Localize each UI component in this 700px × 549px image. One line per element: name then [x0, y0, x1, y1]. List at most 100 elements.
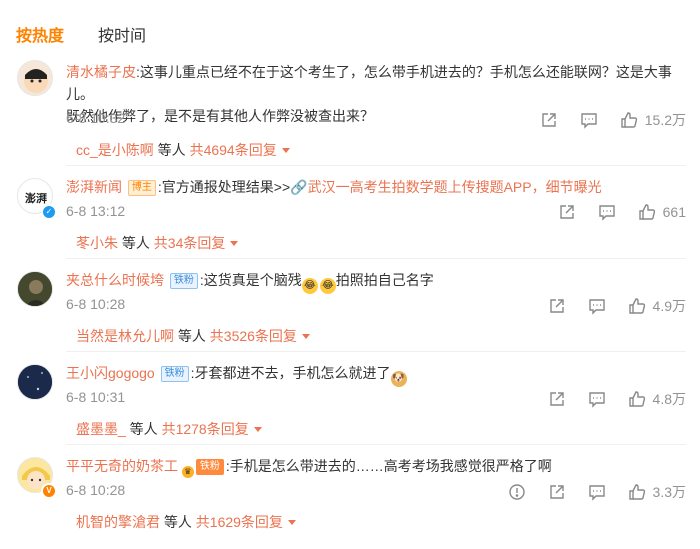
- comment-icon: [588, 485, 605, 501]
- like-button[interactable]: 15.2万: [620, 110, 686, 130]
- reply-button[interactable]: [598, 203, 616, 221]
- svg-text:澎湃: 澎湃: [25, 191, 47, 205]
- comment-time: 6-8 10:32: [66, 110, 126, 126]
- like-button[interactable]: 661: [638, 203, 686, 221]
- comment-username[interactable]: 王小闪gogogo: [66, 365, 155, 381]
- alert-icon: [508, 484, 525, 500]
- comment-icon: [588, 392, 605, 408]
- comment-content: :这事儿重点已经不在于这个考生了，怎么带手机进去的？手机怎么还能联网？这是大事儿…: [66, 64, 672, 102]
- thumbs-up-icon: [628, 391, 645, 407]
- chevron-down-icon[interactable]: [281, 148, 290, 153]
- share-button[interactable]: [548, 297, 566, 315]
- reply-summary: cc_是小陈啊 等人 共4694条回复: [76, 140, 290, 160]
- comment-content: :官方通报处理结果>>: [157, 179, 291, 195]
- reply-count-link[interactable]: 共1278条回复: [162, 421, 249, 437]
- comment-actions: 661: [536, 203, 686, 221]
- avatar[interactable]: [17, 60, 53, 96]
- reply-mid: 等人: [160, 514, 196, 530]
- comment-actions: 15.2万: [518, 110, 686, 130]
- comment-username[interactable]: 清水橘子皮: [66, 64, 136, 80]
- like-button[interactable]: 3.3万: [628, 482, 686, 502]
- verified-icon: ✓: [41, 204, 57, 220]
- reply-summary: 机智的擎滄君 等人 共1629条回复: [76, 512, 296, 532]
- comment-username[interactable]: 夹总什么时候垮: [66, 272, 164, 288]
- reply-username[interactable]: 苳小朱: [76, 235, 118, 251]
- like-button[interactable]: 4.9万: [628, 296, 686, 316]
- reply-username[interactable]: cc_是小陈啊: [76, 142, 154, 158]
- share-button[interactable]: [540, 111, 558, 129]
- comment-content-tail: 拍照拍自己名字: [335, 272, 434, 288]
- avatar[interactable]: [17, 271, 53, 307]
- link-icon[interactable]: 🔗: [290, 179, 307, 195]
- reply-button[interactable]: [588, 390, 606, 408]
- tab-by-hot[interactable]: 按热度: [16, 22, 64, 46]
- comment-icon: [588, 299, 605, 315]
- share-icon: [549, 299, 564, 313]
- doge-emoji-icon: 🐶: [390, 371, 407, 387]
- like-button[interactable]: 4.8万: [628, 389, 686, 409]
- reply-count-link[interactable]: 共34条回复: [154, 235, 226, 251]
- reply-button[interactable]: [588, 483, 606, 501]
- reply-summary: 苳小朱 等人 共34条回复: [76, 233, 239, 253]
- verified-icon: V: [41, 483, 57, 499]
- share-button[interactable]: [548, 390, 566, 408]
- like-count: 15.2万: [644, 112, 686, 128]
- comment-content: :这货真是个脑残: [199, 272, 302, 288]
- reply-mid: 等人: [174, 328, 210, 344]
- reply-summary: 当然是林允儿啊 等人 共3526条回复: [76, 326, 310, 346]
- sort-tabs: 按热度 按时间: [16, 22, 146, 46]
- comment-text: 夹总什么时候垮 铁粉:这货真是个脑残 😂 😂 拍照拍自己名字: [66, 269, 686, 294]
- reply-mid: 等人: [153, 142, 190, 158]
- thumbs-up-icon: [638, 204, 655, 220]
- share-icon: [549, 485, 564, 499]
- divider: [66, 165, 686, 166]
- reply-mid: 等人: [118, 235, 154, 251]
- reply-username[interactable]: 机智的擎滄君: [76, 514, 160, 530]
- fan-badge: 铁粉: [160, 366, 189, 382]
- divider: [66, 444, 686, 445]
- share-button[interactable]: [558, 203, 576, 221]
- avatar[interactable]: [17, 364, 53, 400]
- like-count: 4.9万: [652, 298, 686, 314]
- chevron-down-icon[interactable]: [253, 427, 262, 432]
- thumbs-up-icon: [621, 112, 637, 128]
- blogger-badge: 博主: [127, 180, 156, 196]
- share-icon: [542, 113, 556, 127]
- reply-username[interactable]: 盛墨墨_: [76, 421, 126, 437]
- share-icon: [559, 205, 574, 219]
- thumbs-up-icon: [628, 298, 645, 314]
- reply-count-link[interactable]: 共4694条回复: [190, 142, 277, 158]
- chevron-down-icon[interactable]: [230, 241, 239, 246]
- chevron-down-icon[interactable]: [301, 334, 310, 339]
- comment-username[interactable]: 平平无奇的奶茶工: [66, 458, 178, 474]
- comment-content: :手机是怎么带进去的……高考考场我感觉很严格了啊: [225, 458, 552, 474]
- fan-badge: 铁粉: [169, 273, 198, 289]
- like-count: 4.8万: [652, 391, 686, 407]
- reply-summary: 盛墨墨_ 等人 共1278条回复: [76, 419, 262, 439]
- comment-time: 6-8 13:12: [66, 203, 126, 219]
- divider: [66, 258, 686, 259]
- article-link[interactable]: 武汉一高考生拍数学题上传搜题APP，细节曝光: [308, 179, 602, 195]
- comment-actions: 4.8万: [526, 389, 686, 409]
- tab-by-time[interactable]: 按时间: [98, 22, 146, 46]
- reply-username[interactable]: 当然是林允儿啊: [76, 328, 174, 344]
- reply-button[interactable]: [580, 111, 598, 129]
- reply-count-link[interactable]: 共3526条回复: [210, 328, 297, 344]
- reply-button[interactable]: [588, 297, 606, 315]
- share-icon: [549, 392, 564, 406]
- reply-count-link[interactable]: 共1629条回复: [196, 514, 283, 530]
- chevron-down-icon[interactable]: [287, 520, 296, 525]
- comment-text: 王小闪gogogo 铁粉:牙套都进不去，手机怎么就进了 🐶: [66, 362, 686, 387]
- like-count: 661: [662, 204, 686, 220]
- thumbs-up-icon: [628, 484, 645, 500]
- comment-username[interactable]: 澎湃新闻: [66, 179, 122, 195]
- comment-text: 澎湃新闻 博主:官方通报处理结果>>🔗武汉一高考生拍数学题上传搜题APP，细节曝…: [66, 176, 686, 198]
- laughing-emoji-icon: 😂: [319, 278, 336, 294]
- share-button[interactable]: [548, 483, 566, 501]
- report-button[interactable]: [508, 483, 526, 501]
- comment-actions: 4.9万: [526, 296, 686, 316]
- reply-mid: 等人: [125, 421, 162, 437]
- comment-content: :牙套都进不去，手机怎么就进了: [190, 365, 391, 381]
- comment-time: 6-8 10:28: [66, 296, 126, 312]
- comment-icon: [598, 205, 615, 221]
